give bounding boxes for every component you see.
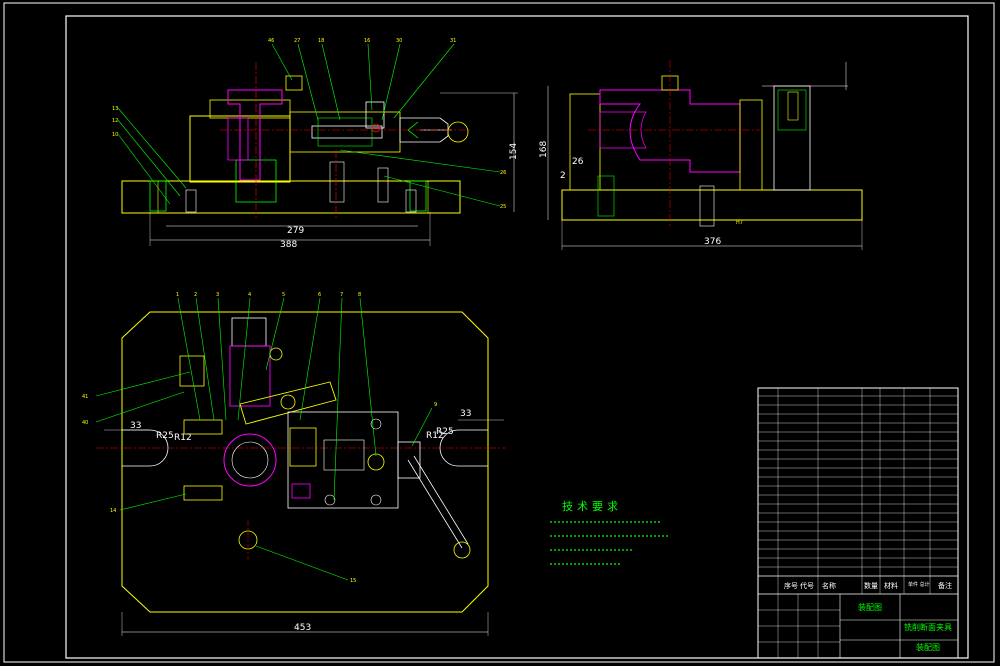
cad-drawing-sheet: 279 388 154 46 27 18 16 30 31 13 12 10 2… <box>3 2 995 663</box>
callout-plan-top-4: 4 <box>248 292 251 298</box>
dim-154: 154 <box>509 143 519 160</box>
callout-front-top-5: 30 <box>396 38 402 44</box>
dim-26: 26 <box>572 157 584 167</box>
bom-header-no: 序号 <box>784 581 798 590</box>
callout-plan-right-1: 9 <box>434 402 437 408</box>
callout-plan-bottom-1: 15 <box>350 578 356 584</box>
tech-req-title: 技术要求 <box>562 500 622 513</box>
dim-33-right: 33 <box>460 409 471 419</box>
dim-33-left: 33 <box>130 421 141 431</box>
dim-2: 2 <box>560 171 566 181</box>
drawing-type-label: 装配图 <box>858 602 882 612</box>
callout-plan-top-1: 1 <box>176 292 179 298</box>
title-block: 序号 代号 名称 数量 材料 单件 总计 备注 装配图 铣削断面夹具 装配图 <box>757 387 959 659</box>
callout-plan-left-2: 40 <box>82 420 88 426</box>
callout-front-right-1: 26 <box>500 170 506 176</box>
part-name-label: 铣削断面夹具 <box>904 622 952 632</box>
callout-front-top-4: 16 <box>364 38 370 44</box>
dim-r12-left: R12 <box>174 433 192 443</box>
callout-front-top-2: 27 <box>294 38 300 44</box>
plan-view: 453 33 33 R25 R12 R12 R25 1 2 3 4 5 6 7 … <box>82 292 506 636</box>
drawing-name-label: 装配图 <box>916 642 940 652</box>
dim-279: 279 <box>287 226 304 236</box>
callout-plan-top-6: 6 <box>318 292 321 298</box>
bom-header-material: 材料 <box>884 581 898 590</box>
dim-376: 376 <box>704 237 721 247</box>
callout-front-left-3: 10 <box>112 132 118 138</box>
callout-plan-left-3: 14 <box>110 508 116 514</box>
callout-plan-top-8: 8 <box>358 292 361 298</box>
bom-header-note: 备注 <box>938 581 952 590</box>
bom-header-name: 名称 <box>822 581 836 590</box>
callout-front-top-6: 31 <box>450 38 456 44</box>
bom-header-code: 代号 <box>800 581 814 590</box>
technical-requirements: 技术要求 <box>550 500 668 565</box>
callout-plan-top-5: 5 <box>282 292 285 298</box>
dim-168: 168 <box>539 141 549 158</box>
side-view: 168 376 26 2 H7 <box>539 60 863 250</box>
bom-header-qty: 数量 <box>864 581 878 590</box>
dim-r25-right: R25 <box>436 427 454 437</box>
dim-r25-left: R25 <box>156 431 174 441</box>
dim-388: 388 <box>280 240 297 250</box>
callout-plan-left-1: 41 <box>82 394 88 400</box>
dim-453: 453 <box>294 623 311 633</box>
callout-plan-top-2: 2 <box>194 292 197 298</box>
callout-plan-top-3: 3 <box>216 292 219 298</box>
front-view: 279 388 154 46 27 18 16 30 31 13 12 10 2… <box>112 38 519 250</box>
callout-front-top-3: 18 <box>318 38 324 44</box>
inner-frame <box>65 15 969 659</box>
callout-front-top-1: 46 <box>268 38 274 44</box>
bom-header-weight: 单件 总计 <box>908 581 930 588</box>
callout-front-right-2: 25 <box>500 204 506 210</box>
outer-frame <box>3 2 995 663</box>
callout-front-left-1: 13 <box>112 106 118 112</box>
callout-front-left-2: 12 <box>112 118 118 124</box>
fit-h7: H7 <box>736 220 743 226</box>
callout-plan-top-7: 7 <box>340 292 343 298</box>
